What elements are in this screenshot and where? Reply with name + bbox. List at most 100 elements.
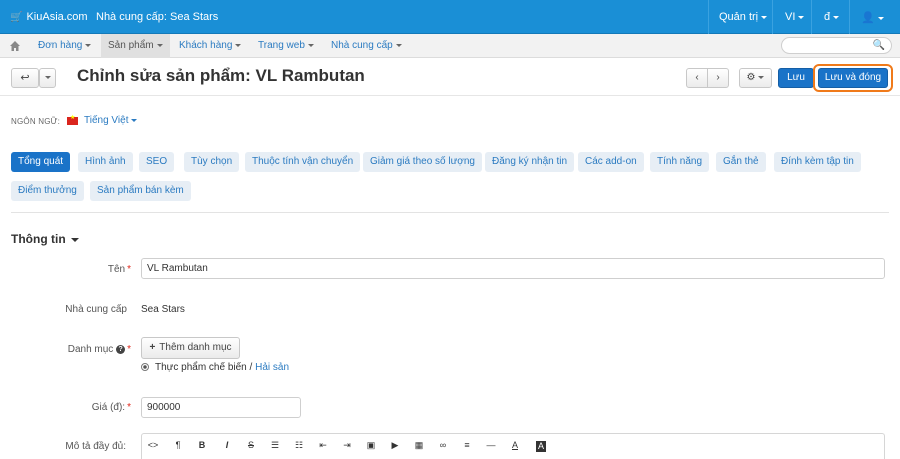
italic-icon[interactable]: I bbox=[220, 440, 234, 450]
language-menu-label: VI bbox=[785, 11, 796, 23]
radio-selected[interactable] bbox=[141, 363, 149, 372]
chevron-right-icon: › bbox=[716, 72, 720, 83]
chevron-left-icon: ‹ bbox=[695, 72, 699, 83]
nav-website[interactable]: Trang web bbox=[251, 34, 321, 58]
horizontal-rule-icon[interactable]: — bbox=[484, 440, 498, 450]
nav-vendors-label: Nhà cung cấp bbox=[331, 40, 393, 51]
chevron-down-icon bbox=[235, 43, 242, 47]
currency-menu[interactable]: đ bbox=[824, 11, 840, 23]
main-nav: Đơn hàng Sản phẩm Khách hàng Trang web N… bbox=[0, 34, 900, 58]
code-view-icon[interactable]: <> bbox=[146, 440, 160, 450]
page-title: Chỉnh sửa sản phẩm: VL Rambutan bbox=[77, 66, 365, 85]
nav-products-label: Sản phẩm bbox=[108, 40, 154, 51]
tab-addons[interactable]: Các add-on bbox=[578, 152, 644, 172]
tab-general[interactable]: Tổng quát bbox=[11, 152, 71, 172]
align-icon[interactable]: ≡ bbox=[460, 440, 474, 450]
back-arrow-icon: ↩ bbox=[20, 72, 30, 84]
unordered-list-icon[interactable]: ☰ bbox=[268, 440, 282, 451]
chevron-down-icon bbox=[156, 43, 163, 47]
link-icon[interactable]: ∞ bbox=[436, 440, 450, 450]
add-category-label: Thêm danh mục bbox=[159, 342, 232, 353]
tab-shipping[interactable]: Thuộc tính vận chuyển bbox=[245, 152, 361, 172]
nav-orders-label: Đơn hàng bbox=[38, 40, 83, 51]
help-icon[interactable]: ? bbox=[116, 344, 126, 354]
settings-button[interactable]: ⚙ bbox=[739, 68, 772, 88]
divider bbox=[811, 0, 812, 34]
nav-website-label: Trang web bbox=[258, 40, 305, 51]
category-path-link[interactable]: Hải sản bbox=[255, 362, 289, 373]
search-icon[interactable]: 🔍 bbox=[873, 40, 885, 51]
tab-attachments[interactable]: Đính kèm tập tin bbox=[774, 152, 861, 172]
site-logo[interactable]: 🛒 KiuAsia.com bbox=[10, 11, 88, 23]
required-marker: * bbox=[127, 402, 131, 413]
nav-vendors[interactable]: Nhà cung cấp bbox=[324, 34, 409, 58]
description-label: Mô tả đầy đủ: bbox=[65, 441, 126, 452]
chevron-down-icon bbox=[307, 43, 314, 47]
back-dropdown-button[interactable] bbox=[39, 68, 56, 88]
price-label: Giá (đ): * bbox=[11, 402, 131, 413]
strikethrough-icon[interactable]: S bbox=[244, 440, 258, 450]
gear-icon: ⚙ bbox=[746, 72, 756, 83]
home-icon[interactable] bbox=[9, 40, 21, 52]
language-selector-label: Tiếng Việt bbox=[84, 115, 129, 126]
background-color-icon[interactable]: A bbox=[536, 441, 546, 452]
user-menu[interactable]: 👤 bbox=[861, 11, 884, 24]
save-button[interactable]: Lưu bbox=[778, 68, 814, 88]
prev-product-button[interactable]: ‹ bbox=[686, 68, 708, 88]
vendor-value: Sea Stars bbox=[141, 304, 185, 315]
description-editor-toolbar: <> ¶ B I S ☰ ☷ ⇤ ⇥ ▣ ▶ ▦ ∞ ≡ — A A bbox=[141, 433, 885, 459]
section-divider bbox=[11, 212, 889, 213]
language-label: NGÔN NGỮ: bbox=[11, 117, 61, 126]
name-field[interactable]: VL Rambutan bbox=[141, 258, 885, 279]
section-info-toggle[interactable]: Thông tin bbox=[11, 232, 79, 246]
language-selector[interactable]: Tiếng Việt bbox=[84, 115, 138, 126]
vendor-title: Nhà cung cấp: Sea Stars bbox=[96, 11, 219, 23]
add-category-button[interactable]: + Thêm danh mục bbox=[141, 337, 240, 359]
nav-customers[interactable]: Khách hàng bbox=[172, 34, 248, 58]
outdent-icon[interactable]: ⇤ bbox=[316, 440, 330, 451]
indent-icon[interactable]: ⇥ bbox=[340, 440, 354, 451]
plus-icon: + bbox=[149, 342, 156, 353]
language-menu[interactable]: VI bbox=[785, 11, 805, 23]
tab-seo[interactable]: SEO bbox=[139, 152, 175, 172]
chevron-down-icon bbox=[833, 15, 840, 19]
nav-orders[interactable]: Đơn hàng bbox=[31, 34, 98, 58]
table-icon[interactable]: ▦ bbox=[412, 440, 426, 451]
chevron-down-icon bbox=[758, 75, 765, 79]
ordered-list-icon[interactable]: ☷ bbox=[292, 440, 306, 451]
chevron-down-icon bbox=[70, 237, 79, 242]
divider bbox=[708, 0, 709, 34]
admin-menu-label: Quản trị bbox=[719, 11, 759, 23]
category-path-parent: Thực phẩm chế biến bbox=[155, 362, 247, 373]
tab-quantity-discounts[interactable]: Giảm giá theo số lượng bbox=[363, 152, 482, 172]
tab-related-products[interactable]: Sản phẩm bán kèm bbox=[90, 181, 191, 201]
price-field[interactable]: 900000 bbox=[141, 397, 301, 418]
chevron-down-icon bbox=[44, 75, 51, 79]
tab-images[interactable]: Hình ảnh bbox=[78, 152, 133, 172]
admin-menu[interactable]: Quản trị bbox=[719, 11, 768, 23]
category-label-text: Danh mục bbox=[67, 344, 114, 355]
site-name: KiuAsia.com bbox=[26, 11, 88, 23]
nav-products[interactable]: Sản phẩm bbox=[101, 34, 170, 58]
required-marker: * bbox=[127, 264, 131, 275]
tab-tags[interactable]: Gắn thẻ bbox=[716, 152, 766, 172]
tab-reward-points[interactable]: Điểm thưởng bbox=[11, 181, 84, 201]
image-icon[interactable]: ▣ bbox=[364, 440, 378, 451]
action-bar: ↩ Chỉnh sửa sản phẩm: VL Rambutan ‹ › ⚙ … bbox=[0, 58, 900, 96]
font-color-icon[interactable]: A bbox=[508, 440, 522, 450]
paragraph-icon[interactable]: ¶ bbox=[171, 440, 185, 450]
cart-icon: 🛒 bbox=[10, 11, 23, 23]
category-label: Danh mục ? * bbox=[11, 344, 131, 355]
tab-subscribers[interactable]: Đăng ký nhận tin bbox=[485, 152, 575, 172]
video-icon[interactable]: ▶ bbox=[388, 440, 402, 451]
vendor-label: Nhà cung cấp bbox=[65, 304, 127, 315]
next-product-button[interactable]: › bbox=[707, 68, 729, 88]
tab-features[interactable]: Tính năng bbox=[650, 152, 710, 172]
nav-customers-label: Khách hàng bbox=[179, 40, 233, 51]
search-input[interactable]: 🔍 bbox=[781, 37, 892, 54]
currency-menu-label: đ bbox=[824, 11, 831, 23]
bold-icon[interactable]: B bbox=[195, 440, 209, 450]
back-button[interactable]: ↩ bbox=[11, 68, 39, 88]
required-marker: * bbox=[127, 344, 131, 355]
tab-options[interactable]: Tùy chọn bbox=[184, 152, 240, 172]
